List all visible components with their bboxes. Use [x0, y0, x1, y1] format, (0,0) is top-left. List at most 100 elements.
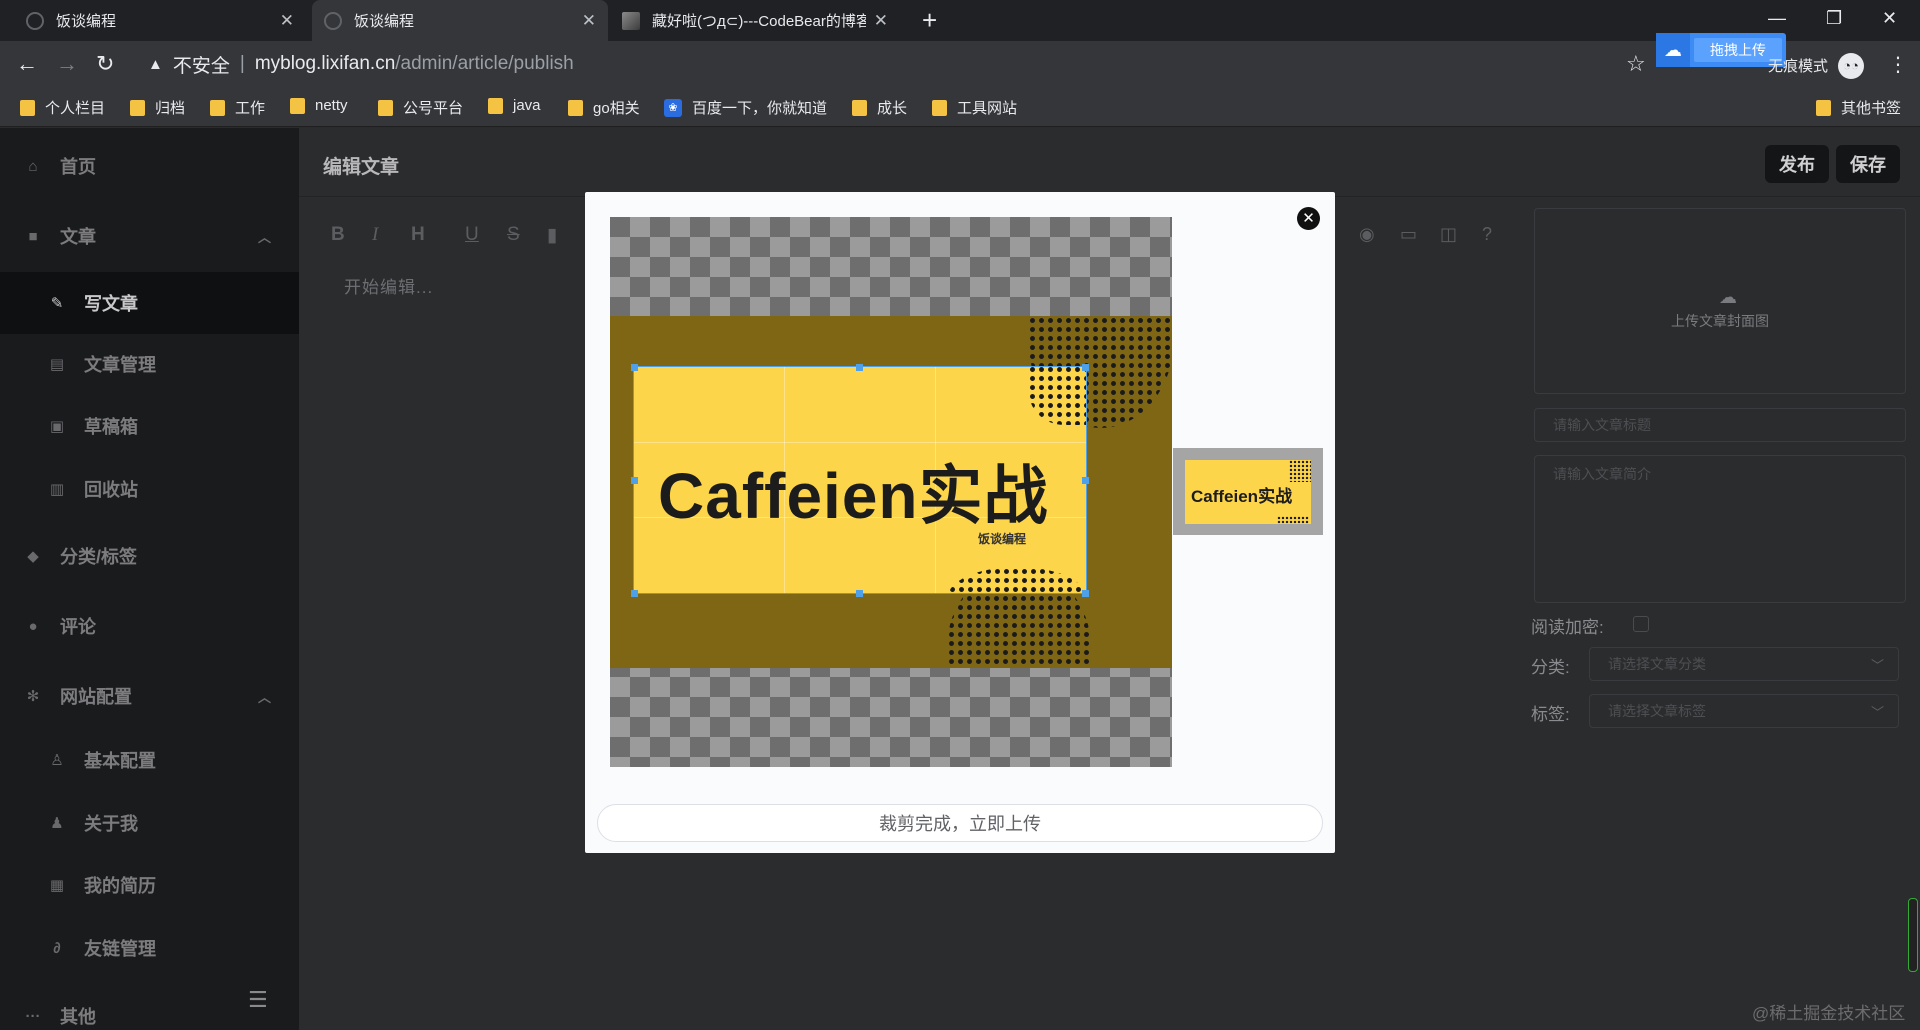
- link-icon: ∂: [53, 939, 61, 957]
- sidebar-item-article-manage[interactable]: ▤ 文章管理: [0, 336, 299, 392]
- sidebar-item-category-tag[interactable]: ◆ 分类/标签: [0, 528, 299, 584]
- close-icon[interactable]: ✕: [582, 11, 596, 31]
- bookmark-item[interactable]: 成长: [852, 97, 907, 118]
- fullscreen-icon[interactable]: ▭: [1400, 224, 1417, 245]
- collapse-menu-icon[interactable]: ☰: [248, 987, 268, 1013]
- bookmark-star-icon[interactable]: ☆: [1626, 51, 1646, 77]
- help-icon[interactable]: ?: [1482, 224, 1492, 245]
- encrypt-checkbox[interactable]: [1633, 616, 1649, 632]
- sidebar-item-write-article[interactable]: ✎ 写文章: [0, 272, 299, 334]
- minimize-icon[interactable]: —: [1768, 8, 1786, 29]
- editor-placeholder[interactable]: 开始编辑...: [344, 273, 433, 298]
- tab-title: 藏好啦(つд⊂)---CodeBear的博客: [652, 13, 866, 30]
- home-icon: ⌂: [28, 157, 38, 175]
- cropper-canvas[interactable]: Caffeien实战 饭谈编程: [610, 217, 1172, 767]
- cover-upload-label: 上传文章封面图: [1671, 313, 1769, 329]
- chevron-up-icon: ︿: [257, 689, 271, 705]
- watermark: @稀土掘金技术社区: [1752, 1004, 1906, 1023]
- strikethrough-icon[interactable]: S: [507, 224, 520, 246]
- window-close-icon[interactable]: ✕: [1882, 8, 1897, 29]
- tag-select[interactable]: 请选择文章标签 ﹀: [1589, 694, 1899, 728]
- bookmark-label: 工具网站: [957, 100, 1018, 117]
- forward-icon[interactable]: →: [56, 51, 78, 77]
- browser-tab-1[interactable]: 饭谈编程 ✕: [14, 0, 306, 41]
- site-favicon-icon: [26, 11, 44, 30]
- floating-scroll-handle[interactable]: [1908, 898, 1918, 972]
- address-separator: |: [239, 53, 245, 74]
- sidebar-item-article[interactable]: ■ 文章 ︿: [0, 208, 299, 264]
- bookmark-item[interactable]: 公号平台: [378, 97, 463, 118]
- bookmark-item[interactable]: 归档: [130, 97, 185, 118]
- crop-handle[interactable]: [856, 364, 863, 371]
- bookmark-item[interactable]: netty: [290, 97, 348, 114]
- sidebar-item-label: 网站配置: [60, 687, 132, 707]
- bookmark-item[interactable]: 工具网站: [932, 97, 1017, 118]
- category-placeholder: 请选择文章分类: [1608, 656, 1706, 672]
- new-tab-icon[interactable]: +: [922, 6, 937, 34]
- bookmarks-bar: 个人栏目 归档 工作 netty 公号平台 java go相关 ❀ 百度一下，你就…: [0, 87, 1920, 127]
- article-title-input[interactable]: 请输入文章标题: [1534, 408, 1906, 442]
- bookmark-item[interactable]: java: [488, 97, 541, 114]
- browser-menu-icon[interactable]: ⋮: [1888, 52, 1908, 77]
- close-icon[interactable]: ✕: [874, 11, 888, 31]
- save-button[interactable]: 保存: [1836, 145, 1900, 183]
- close-icon[interactable]: ✕: [280, 11, 294, 31]
- bookmark-icon[interactable]: ▮: [547, 224, 557, 247]
- reload-icon[interactable]: ↻: [96, 51, 114, 77]
- crop-handle[interactable]: [1082, 364, 1089, 371]
- sidebar-item-about-me[interactable]: ♟ 关于我: [0, 795, 299, 851]
- crop-handle[interactable]: [631, 477, 638, 484]
- sidebar-item-recycle-bin[interactable]: ▥ 回收站: [0, 461, 299, 517]
- category-label: 分类:: [1531, 658, 1570, 677]
- incognito-avatar-icon[interactable]: ◔◔: [1838, 53, 1864, 79]
- underline-icon[interactable]: U: [465, 224, 479, 246]
- article-icon: ■: [28, 227, 38, 245]
- heading-icon[interactable]: H: [411, 224, 425, 246]
- resume-icon: ▦: [49, 877, 65, 894]
- folder-icon: [1816, 99, 1831, 116]
- sidebar-item-label: 首页: [60, 157, 96, 177]
- restore-icon[interactable]: ❐: [1826, 8, 1842, 29]
- crop-selection-box[interactable]: Caffeien实战 饭谈编程: [633, 366, 1087, 594]
- bookmark-item[interactable]: ❀ 百度一下，你就知道: [664, 97, 827, 118]
- crop-handle[interactable]: [1082, 590, 1089, 597]
- bookmark-item[interactable]: 个人栏目: [20, 97, 105, 118]
- crop-guide: [634, 442, 1086, 443]
- folder-icon: [20, 99, 35, 116]
- other-bookmarks[interactable]: 其他书签: [1816, 97, 1901, 118]
- article-intro-textarea[interactable]: 请输入文章简介: [1534, 455, 1906, 603]
- baidu-upload-widget[interactable]: ☁ 拖拽上传: [1656, 33, 1786, 67]
- back-icon[interactable]: ←: [16, 51, 38, 77]
- browser-tab-2-active[interactable]: 饭谈编程 ✕: [312, 0, 608, 41]
- crop-upload-button[interactable]: 裁剪完成，立即上传: [597, 804, 1323, 842]
- sidebar-item-basic-config[interactable]: ♙ 基本配置: [0, 732, 299, 788]
- preview-title: Caffeien实战: [1191, 487, 1293, 506]
- sidebar-item-home[interactable]: ⌂ 首页: [0, 138, 299, 194]
- chevron-up-icon: ︿: [257, 229, 271, 245]
- close-icon[interactable]: ✕: [1297, 207, 1320, 230]
- italic-icon[interactable]: I: [372, 224, 378, 246]
- preview-eye-icon[interactable]: ◉: [1359, 224, 1375, 245]
- incognito-label: 无痕模式: [1768, 58, 1829, 75]
- cover-upload-area[interactable]: ☁ 上传文章封面图: [1534, 208, 1906, 394]
- publish-button[interactable]: 发布: [1765, 145, 1829, 183]
- bold-icon[interactable]: B: [331, 224, 345, 246]
- sidebar-item-site-config[interactable]: ✻ 网站配置 ︿: [0, 668, 299, 724]
- browser-tab-3[interactable]: 藏好啦(つд⊂)---CodeBear的博客 ✕: [610, 0, 900, 41]
- category-select[interactable]: 请选择文章分类 ﹀: [1589, 647, 1899, 681]
- address-bar[interactable]: ▲ 不安全 | myblog.lixifan.cn/admin/article/…: [138, 47, 1738, 81]
- sidebar-item-comments[interactable]: ● 评论: [0, 598, 299, 654]
- crop-handle[interactable]: [631, 590, 638, 597]
- sidebar-item-resume[interactable]: ▦ 我的简历: [0, 857, 299, 913]
- split-view-icon[interactable]: ◫: [1440, 224, 1457, 245]
- bookmark-label: 公号平台: [403, 100, 464, 117]
- sidebar-item-friend-links[interactable]: ∂ 友链管理: [0, 920, 299, 976]
- bookmark-item[interactable]: 工作: [210, 97, 265, 118]
- pen-icon: ✎: [50, 295, 64, 312]
- crop-handle[interactable]: [1082, 477, 1089, 484]
- sidebar-item-drafts[interactable]: ▣ 草稿箱: [0, 398, 299, 454]
- crop-handle[interactable]: [856, 590, 863, 597]
- warning-icon: ▲: [148, 55, 163, 73]
- bookmark-item[interactable]: go相关: [568, 97, 640, 118]
- crop-handle[interactable]: [631, 364, 638, 371]
